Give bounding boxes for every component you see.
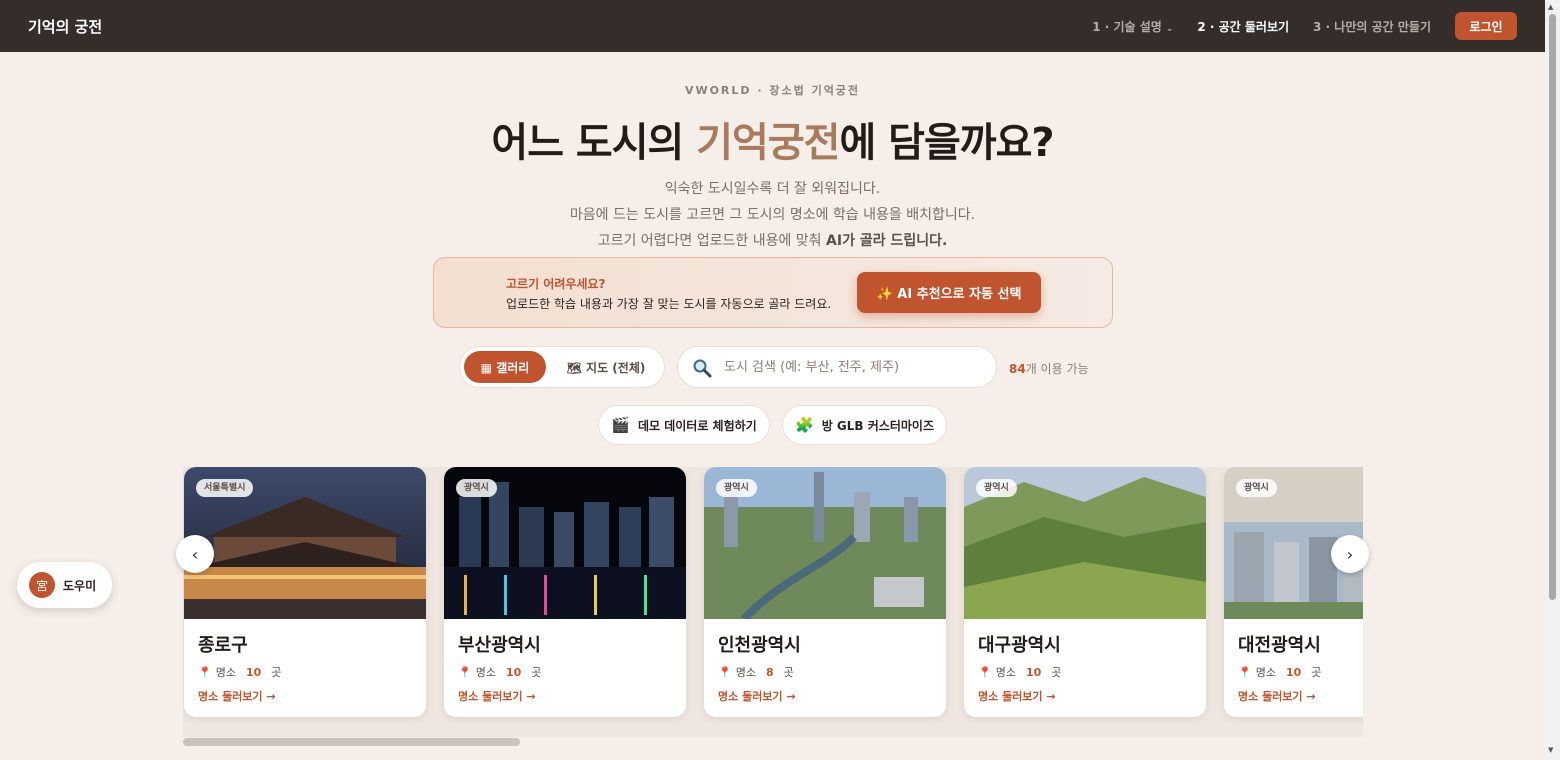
explore-link[interactable]: 명소 둘러보기 → [198,688,276,704]
city-card[interactable]: 광역시 대구광역시 📍 명소 10 곳 명소 둘러보기 → [964,467,1206,717]
explore-link[interactable]: 명소 둘러보기 → [718,688,796,704]
city-name: 대구광역시 [978,635,1061,656]
explore-link[interactable]: 명소 둘러보기 → [978,688,1056,704]
pin-icon: 📍 [198,665,212,679]
puzzle-icon: 🧩 [795,416,814,434]
nav-link-explore[interactable]: 2 · 공간 둘러보기 [1197,18,1289,35]
helper-avatar-icon: 宮 [29,572,55,598]
city-search [677,346,997,388]
city-card[interactable]: 광역시 인천광역시 📍 명소 8 곳 명소 둘러보기 → [704,467,946,717]
carousel-next-button[interactable]: › [1331,535,1369,573]
city-card[interactable]: 서울특별시 종로구 📍 명소 10 곳 명소 둘러보기 → [184,467,426,717]
hero-sub-3: 고르기 어렵다면 업로드한 내용에 맞춰 AI가 골라 드립니다. [597,233,948,249]
search-icon [693,359,712,378]
carousel-prev-button[interactable]: ‹ [176,535,214,573]
vertical-scrollbar[interactable]: ▲ ▼ [1545,0,1560,760]
city-region-badge: 서울특별시 [196,479,254,497]
city-name: 대전광역시 [1238,635,1321,656]
view-toggle: ▦ 갤러리 🗺 지도 (전체) [459,346,665,388]
city-name: 종로구 [198,635,248,656]
pin-icon: 📍 [718,665,732,679]
login-button[interactable]: 로그인 [1455,12,1517,40]
city-region-badge: 광역시 [1236,479,1277,497]
glb-customize-button[interactable]: 🧩 방 GLB 커스터마이즈 [782,405,947,445]
headline-accent: 기억궁전 [696,120,840,166]
nav-link-create[interactable]: 3 · 나만의 공간 만들기 [1313,18,1431,35]
carousel-scrollbar[interactable] [183,738,1363,746]
availability-text: 84개 이용 가능 [1009,362,1089,376]
ai-auto-select-button[interactable]: ✨ AI 추천으로 자동 선택 [857,272,1041,313]
search-input[interactable] [724,357,984,377]
tab-gallery[interactable]: ▦ 갤러리 [464,351,546,383]
top-nav: 기억의 궁전 1 · 기술 설명 ⌄ 2 · 공간 둘러보기 3 · 나만의 공간… [0,0,1545,52]
ai-recommend-box: 고르기 어려우세요? 업로드한 학습 내용과 가장 잘 맞는 도시를 자동으로 … [433,257,1113,328]
chevron-down-icon: ⌄ [1165,23,1174,34]
hero-eyebrow: VWORLD · 장소법 기억궁전 [684,84,861,97]
hero-sub-1: 익숙한 도시일수록 더 잘 외워집니다. [664,181,881,197]
city-name: 인천광역시 [718,635,801,656]
ai-box-desc: 업로드한 학습 내용과 가장 잘 맞는 도시를 자동으로 골라 드려요. [506,297,832,311]
scroll-down-icon[interactable]: ▼ [1548,746,1553,754]
city-card[interactable]: 광역시 부산광역시 📍 명소 10 곳 명소 둘러보기 → [444,467,686,717]
brand-title[interactable]: 기억의 궁전 [28,16,102,37]
nav-link-tech[interactable]: 1 · 기술 설명 ⌄ [1092,18,1173,35]
pin-icon: 📍 [1238,665,1252,679]
pin-icon: 📍 [458,665,472,679]
hero-sub-2: 마음에 드는 도시를 고르면 그 도시의 명소에 학습 내용을 배치합니다. [569,207,976,223]
tab-map[interactable]: 🗺 지도 (전체) [556,351,656,383]
scroll-thumb[interactable] [1549,14,1556,600]
scroll-up-icon[interactable]: ▲ [1548,3,1553,11]
city-carousel[interactable]: 서울특별시 종로구 📍 명소 10 곳 명소 둘러보기 → 광역시 부산광역시 📍 명소… [183,467,1363,737]
city-name: 부산광역시 [458,635,541,656]
ai-box-title: 고르기 어려우세요? [506,277,606,291]
city-meta: 📍 명소 8 곳 [718,665,794,680]
carousel-scroll-thumb[interactable] [183,738,520,746]
city-meta: 📍 명소 10 곳 [458,665,542,680]
city-meta: 📍 명소 10 곳 [198,665,282,680]
nav-links: 1 · 기술 설명 ⌄ 2 · 공간 둘러보기 3 · 나만의 공간 만들기 로그… [1092,12,1517,40]
city-meta: 📍 명소 10 곳 [978,665,1062,680]
helper-button[interactable]: 宮 도우미 [17,562,112,608]
helper-label: 도우미 [63,578,97,593]
city-region-badge: 광역시 [716,479,757,497]
explore-link[interactable]: 명소 둘러보기 → [458,688,536,704]
city-region-badge: 광역시 [976,479,1017,497]
explore-link[interactable]: 명소 둘러보기 → [1238,688,1316,704]
pin-icon: 📍 [978,665,992,679]
city-region-badge: 광역시 [456,479,497,497]
city-card[interactable]: 광역시 대전광역시 📍 명소 10 곳 명소 둘러보기 → [1224,467,1363,717]
hero-headline: 어느 도시의 기억궁전에 담을까요? [491,120,1054,166]
hero-section: VWORLD · 장소법 기억궁전 어느 도시의 기억궁전에 담을까요? 익숙한… [0,52,1545,254]
clapperboard-icon: 🎬 [611,416,630,434]
sparkle-icon: ✨ [876,287,893,302]
demo-data-button[interactable]: 🎬 데모 데이터로 체험하기 [598,405,770,445]
city-meta: 📍 명소 10 곳 [1238,665,1322,680]
